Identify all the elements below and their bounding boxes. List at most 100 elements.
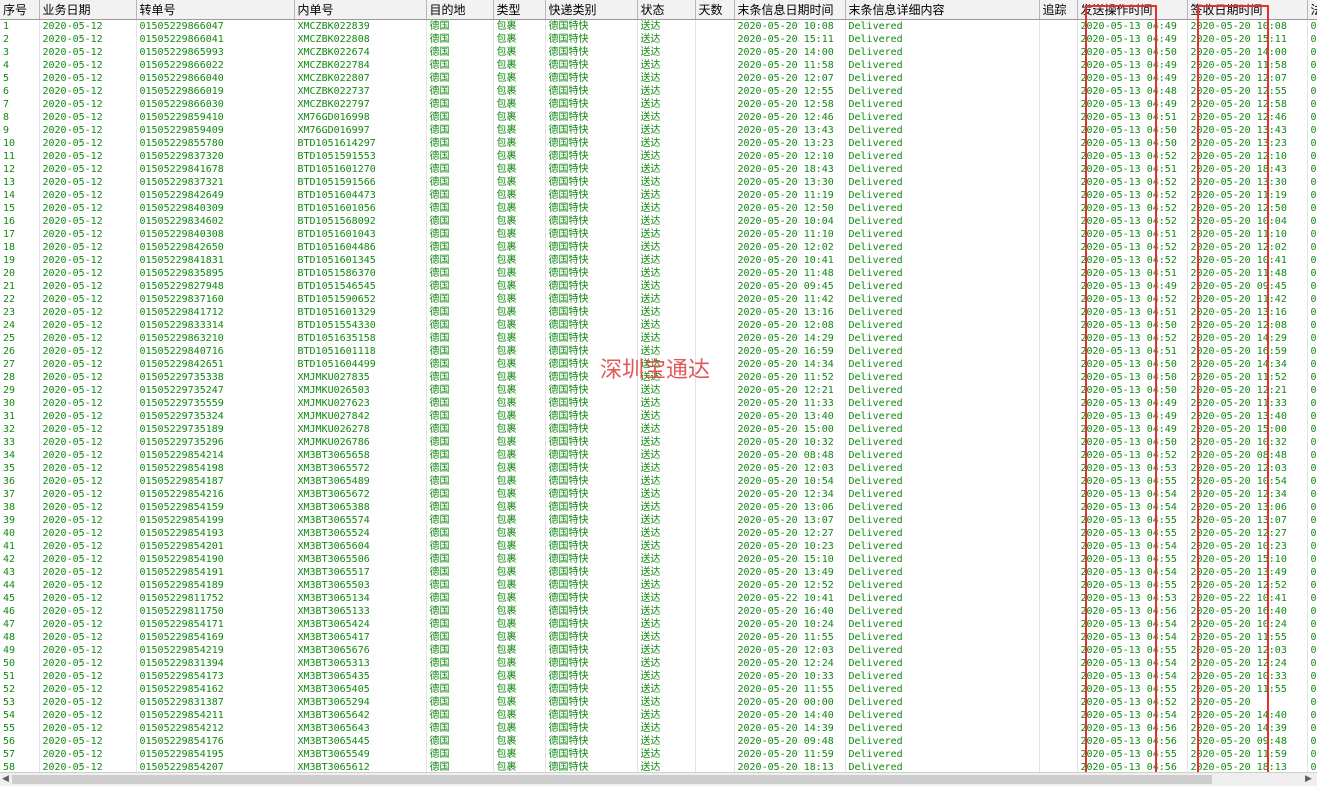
table-row[interactable]: 55 2020-05-12 01505229854212 XM3BT3065643 德国… [0,722,1317,735]
table-row[interactable]: 12 2020-05-12 01505229841678 BTD1051601270 德… [0,163,1317,176]
table-row[interactable]: 51 2020-05-12 01505229854173 XM3BT3065435 德国… [0,670,1317,683]
col-header-last-detail[interactable]: 末条信息详细内容 [845,0,1040,20]
table-row[interactable]: 8 2020-05-12 01505229859410 XM76GD016998 德国包… [0,111,1317,124]
table-row[interactable]: 25 2020-05-12 01505229863210 BTD1051635158 德… [0,332,1317,345]
cell-express-category: 德国特快 [545,605,638,618]
col-header-last-datetime[interactable]: 末条信息日期时间 [734,0,846,20]
table-row[interactable]: 5 2020-05-12 01505229866040 XMCZBK022807 德国包… [0,72,1317,85]
table-row[interactable]: 2 2020-05-12 01505229866041 XMCZBK022808 德国包… [0,33,1317,46]
table-row[interactable]: 34 2020-05-12 01505229854214 XM3BT3065658 德国… [0,449,1317,462]
table-row[interactable]: 39 2020-05-12 01505229854199 XM3BT3065574 德国… [0,514,1317,527]
table-row[interactable]: 26 2020-05-12 01505229840716 BTD1051601118 德… [0,345,1317,358]
col-header-inner-no[interactable]: 内单号 [294,0,427,20]
col-header-type[interactable]: 类型 [493,0,546,20]
cell-no: 31 [0,410,40,423]
table-row[interactable]: 31 2020-05-12 01505229735324 XMJMKU027842 德国… [0,410,1317,423]
col-header-no[interactable]: 序号 [0,0,40,20]
table-row[interactable]: 28 2020-05-12 01505229735338 XMJMKU027835 德国… [0,371,1317,384]
table-row[interactable]: 35 2020-05-12 01505229854198 XM3BT3065572 德国… [0,462,1317,475]
shipment-grid[interactable]: 序号 业务日期 转单号 内单号 目的地 类型 快递类别 状态 天数 末条信息日期… [0,0,1317,772]
cell-type: 包裹 [493,605,546,618]
send-date: 2020-05-13 [1080,645,1141,656]
col-header-business-date[interactable]: 业务日期 [39,0,137,20]
cell-last-datetime: 2020-05-20 12:07 [734,72,846,85]
cell-last-detail: Delivered [845,722,1040,735]
cell-last-detail: Delivered [845,33,1040,46]
table-row[interactable]: 13 2020-05-12 01505229837321 BTD1051591566 德… [0,176,1317,189]
table-row[interactable]: 7 2020-05-12 01505229866030 XMCZBK022797 德国包… [0,98,1317,111]
col-header-send-time[interactable]: 发送操作时间 [1077,0,1188,20]
col-header-status[interactable]: 状态 [637,0,696,20]
col-header-days[interactable]: 天数 [695,0,735,20]
table-row[interactable]: 16 2020-05-12 01505229834602 BTD1051568092 德… [0,215,1317,228]
horizontal-scrollbar[interactable]: ◀ ▶ [0,772,1317,786]
table-row[interactable]: 56 2020-05-12 01505229854176 XM3BT3065445 德国… [0,735,1317,748]
col-header-express-category[interactable]: 快递类别 [545,0,638,20]
table-row[interactable]: 9 2020-05-12 01505229859409 XM76GD016997 德国包… [0,124,1317,137]
table-row[interactable]: 45 2020-05-12 01505229811752 XM3BT3065134 德国… [0,592,1317,605]
col-header-extra[interactable]: 法 [1307,0,1317,20]
table-row[interactable]: 14 2020-05-12 01505229842649 BTD1051604473 德… [0,189,1317,202]
table-row[interactable]: 46 2020-05-12 01505229811750 XM3BT3065133 德国… [0,605,1317,618]
send-clock: 04:50 [1146,372,1177,383]
table-row[interactable]: 23 2020-05-12 01505229841712 BTD1051601329 德… [0,306,1317,319]
table-row[interactable]: 38 2020-05-12 01505229854159 XM3BT3065388 德国… [0,501,1317,514]
cell-last-datetime: 2020-05-20 12:50 [734,202,846,215]
table-row[interactable]: 10 2020-05-12 01505229855780 BTD1051614297 德… [0,137,1317,150]
col-header-transfer-no[interactable]: 转单号 [136,0,295,20]
send-clock: 04:54 [1146,541,1177,552]
cell-destination: 德国 [426,319,494,332]
table-row[interactable]: 20 2020-05-12 01505229835895 BTD1051586370 德… [0,267,1317,280]
table-row[interactable]: 48 2020-05-12 01505229854169 XM3BT3065417 德国… [0,631,1317,644]
send-clock: 04:50 [1146,138,1177,149]
send-date: 2020-05-13 [1080,762,1141,772]
table-row[interactable]: 58 2020-05-12 01505229854207 XM3BT3065612 德国… [0,761,1317,772]
table-row[interactable]: 33 2020-05-12 01505229735296 XMJMKU026786 德国… [0,436,1317,449]
col-header-destination[interactable]: 目的地 [426,0,494,20]
table-row[interactable]: 3 2020-05-12 01505229865993 XMCZBK022674 德国包… [0,46,1317,59]
sign-date: 2020-05-20 [1190,242,1251,253]
table-row[interactable]: 1 2020-05-12 01505229866047 XMCZBK022839 德国包… [0,19,1317,33]
cell-inner-no: XMCZBK022807 [294,72,427,85]
table-row[interactable]: 41 2020-05-12 01505229854201 XM3BT3065604 德国… [0,540,1317,553]
table-row[interactable]: 42 2020-05-12 01505229854190 XM3BT3065506 德国… [0,553,1317,566]
scroll-left-arrow-icon[interactable]: ◀ [2,774,9,784]
col-header-tracking[interactable]: 追踪 [1039,0,1078,20]
table-row[interactable]: 53 2020-05-12 01505229831387 XM3BT3065294 德国… [0,696,1317,709]
send-date: 2020-05-13 [1080,424,1141,435]
cell-inner-no: XM3BT3065388 [294,501,427,514]
table-row[interactable]: 11 2020-05-12 01505229837320 BTD1051591553 德… [0,150,1317,163]
table-row[interactable]: 4 2020-05-12 01505229866022 XMCZBK022784 德国包… [0,59,1317,72]
table-row[interactable]: 21 2020-05-12 01505229827948 BTD1051546545 德… [0,280,1317,293]
table-row[interactable]: 50 2020-05-12 01505229831394 XM3BT3065313 德国… [0,657,1317,670]
table-row[interactable]: 52 2020-05-12 01505229854162 XM3BT3065405 德国… [0,683,1317,696]
cell-express-category: 德国特快 [545,553,638,566]
table-row[interactable]: 49 2020-05-12 01505229854219 XM3BT3065676 德国… [0,644,1317,657]
table-row[interactable]: 44 2020-05-12 01505229854189 XM3BT3065503 德国… [0,579,1317,592]
table-row[interactable]: 18 2020-05-12 01505229842650 BTD1051604486 德… [0,241,1317,254]
table-row[interactable]: 43 2020-05-12 01505229854191 XM3BT3065517 德国… [0,566,1317,579]
table-row[interactable]: 27 2020-05-12 01505229842651 BTD1051604499 德… [0,358,1317,371]
table-row[interactable]: 15 2020-05-12 01505229840309 BTD1051601056 德… [0,202,1317,215]
table-row[interactable]: 6 2020-05-12 01505229866019 XMCZBK022737 德国包… [0,85,1317,98]
table-row[interactable]: 29 2020-05-12 01505229735247 XMJMKU026503 德国… [0,384,1317,397]
scrollbar-thumb[interactable] [12,775,1212,784]
table-row[interactable]: 36 2020-05-12 01505229854187 XM3BT3065489 德国… [0,475,1317,488]
col-header-sign-time[interactable]: 签收日期时间 [1187,0,1308,20]
table-row[interactable]: 37 2020-05-12 01505229854216 XM3BT3065672 德国… [0,488,1317,501]
table-row[interactable]: 47 2020-05-12 01505229854171 XM3BT3065424 德国… [0,618,1317,631]
table-row[interactable]: 57 2020-05-12 01505229854195 XM3BT3065549 德国… [0,748,1317,761]
cell-transfer-no: 01505229735559 [136,397,295,410]
table-row[interactable]: 24 2020-05-12 01505229833314 BTD1051554330 德… [0,319,1317,332]
cell-business-date: 2020-05-12 [39,189,137,202]
cell-extra: 0 [1307,761,1317,772]
table-row[interactable]: 54 2020-05-12 01505229854211 XM3BT3065642 德国… [0,709,1317,722]
scroll-right-arrow-icon[interactable]: ▶ [1305,774,1312,784]
table-row[interactable]: 17 2020-05-12 01505229840308 BTD1051601043 德… [0,228,1317,241]
table-row[interactable]: 19 2020-05-12 01505229841831 BTD1051601345 德… [0,254,1317,267]
table-row[interactable]: 32 2020-05-12 01505229735189 XMJMKU026278 德国… [0,423,1317,436]
table-row[interactable]: 22 2020-05-12 01505229837160 BTD1051590652 德… [0,293,1317,306]
table-row[interactable]: 40 2020-05-12 01505229854193 XM3BT3065524 德国… [0,527,1317,540]
table-row[interactable]: 30 2020-05-12 01505229735559 XMJMKU027623 德国… [0,397,1317,410]
sign-clock: 10:41 [1256,593,1287,604]
